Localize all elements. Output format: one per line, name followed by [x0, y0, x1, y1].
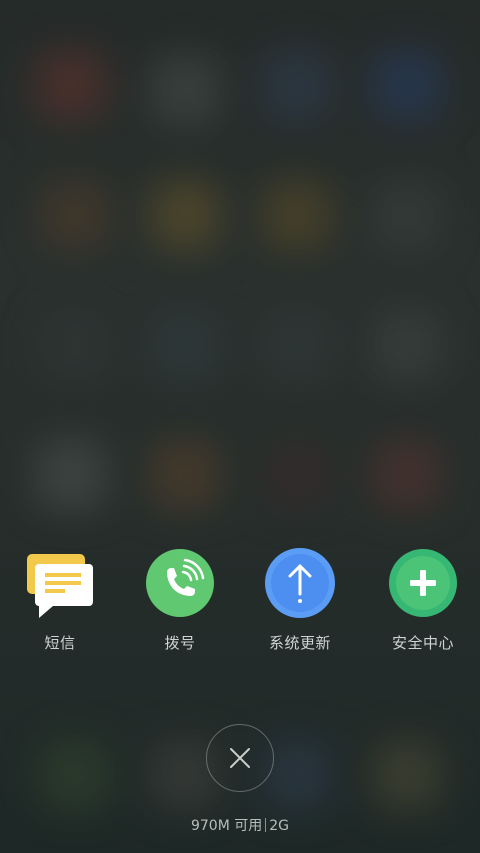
- security-plus-icon: [388, 548, 458, 618]
- update-arrow-icon: [265, 548, 335, 618]
- recent-app-messages[interactable]: 短信: [0, 548, 120, 658]
- app-label: 安全中心: [391, 634, 454, 652]
- recent-apps-row: 短信 拨号 系统更新 安全中心: [0, 548, 480, 658]
- app-label: 短信: [44, 634, 76, 652]
- close-icon: [230, 748, 250, 768]
- message-icon: [25, 548, 95, 618]
- memory-status: 970M 可用 2G: [0, 815, 480, 835]
- recent-app-dialer[interactable]: 拨号: [120, 548, 240, 658]
- memory-available: 970M 可用: [190, 818, 263, 834]
- clear-all-button[interactable]: [206, 724, 274, 792]
- memory-total: 2G: [269, 818, 290, 834]
- memory-separator: [265, 818, 267, 832]
- app-label: 系统更新: [268, 634, 331, 652]
- recent-app-system-update[interactable]: 系统更新: [240, 548, 360, 658]
- app-label: 拨号: [164, 634, 196, 652]
- recent-app-security-center[interactable]: 安全中心: [363, 548, 480, 658]
- phone-icon: [145, 548, 215, 618]
